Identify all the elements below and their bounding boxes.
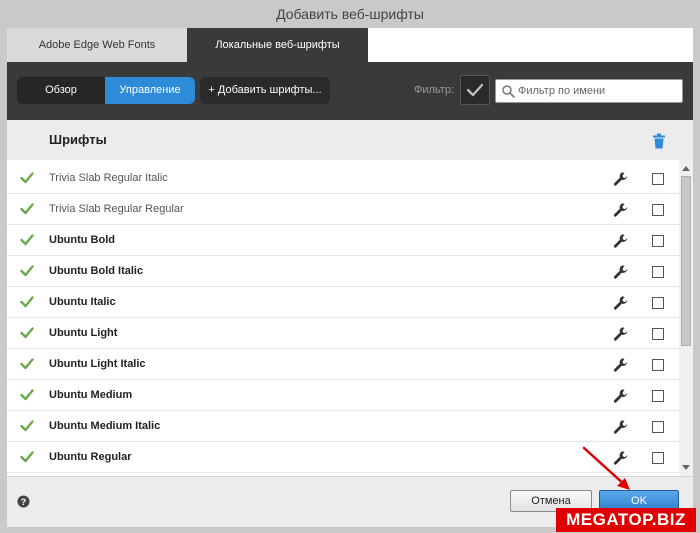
tab-bar: Adobe Edge Web Fonts Локальные веб-шрифт…	[7, 28, 693, 62]
window-title: Добавить веб-шрифты	[0, 0, 700, 28]
font-row[interactable]: Ubuntu Bold Italic	[7, 256, 679, 287]
view-mode-toggle: Обзор Управление	[17, 77, 195, 104]
font-select-checkbox[interactable]	[652, 204, 664, 216]
wrench-icon[interactable]	[613, 264, 629, 280]
search-box	[495, 79, 683, 103]
installed-check-icon	[20, 358, 34, 370]
font-row[interactable]: Ubuntu Light Italic	[7, 349, 679, 380]
svg-text:?: ?	[21, 497, 27, 507]
toolbar: Обзор Управление + Добавить шрифты... Фи…	[7, 62, 693, 120]
installed-check-icon	[20, 172, 34, 184]
overview-button[interactable]: Обзор	[17, 77, 105, 104]
wrench-icon[interactable]	[613, 171, 629, 187]
font-name: Trivia Slab Regular Italic	[49, 172, 168, 184]
font-row[interactable]: Ubuntu Bold	[7, 225, 679, 256]
wrench-icon[interactable]	[613, 419, 629, 435]
tab-adobe-edge-web-fonts[interactable]: Adobe Edge Web Fonts	[7, 28, 187, 62]
font-name: Ubuntu Medium	[49, 389, 133, 401]
tab-local-web-fonts[interactable]: Локальные веб-шрифты	[187, 28, 368, 62]
font-row[interactable]: Ubuntu Medium	[7, 380, 679, 411]
installed-check-icon	[20, 451, 34, 463]
font-name: Ubuntu Bold	[49, 234, 115, 246]
installed-check-icon	[20, 296, 34, 308]
font-select-checkbox[interactable]	[652, 421, 664, 433]
wrench-icon[interactable]	[613, 326, 629, 342]
filter-toggle-button[interactable]	[460, 75, 490, 105]
font-select-checkbox[interactable]	[652, 173, 664, 185]
scroll-down-icon[interactable]	[679, 460, 693, 474]
installed-check-icon	[20, 203, 34, 215]
search-input[interactable]	[518, 80, 680, 102]
font-row[interactable]: Ubuntu Regular	[7, 442, 679, 473]
font-list: Trivia Slab Regular Italic Trivia Slab Re…	[7, 160, 679, 476]
list-header: Шрифты	[7, 120, 693, 160]
font-name: Ubuntu Regular	[49, 451, 132, 463]
font-select-checkbox[interactable]	[652, 390, 664, 402]
trash-icon[interactable]	[652, 133, 666, 149]
scroll-thumb[interactable]	[681, 176, 691, 346]
font-name: Trivia Slab Regular Regular	[49, 203, 184, 215]
font-name: Ubuntu Italic	[49, 296, 116, 308]
font-row[interactable]: Trivia Slab Regular Italic	[7, 163, 679, 194]
watermark-logo: MEGATOP.BIZ	[556, 508, 696, 532]
installed-check-icon	[20, 327, 34, 339]
wrench-icon[interactable]	[613, 450, 629, 466]
font-select-checkbox[interactable]	[652, 235, 664, 247]
font-row[interactable]: Ubuntu Medium Italic	[7, 411, 679, 442]
manage-button[interactable]: Управление	[105, 77, 195, 104]
font-select-checkbox[interactable]	[652, 266, 664, 278]
wrench-icon[interactable]	[613, 202, 629, 218]
font-select-checkbox[interactable]	[652, 328, 664, 340]
scroll-up-icon[interactable]	[679, 162, 693, 176]
dialog-body: Adobe Edge Web Fonts Локальные веб-шрифт…	[7, 28, 693, 527]
installed-check-icon	[20, 420, 34, 432]
font-name: Ubuntu Light Italic	[49, 358, 146, 370]
wrench-icon[interactable]	[613, 295, 629, 311]
wrench-icon[interactable]	[613, 357, 629, 373]
list-title: Шрифты	[49, 132, 107, 147]
font-row[interactable]: Ubuntu Italic	[7, 287, 679, 318]
font-select-checkbox[interactable]	[652, 297, 664, 309]
font-name: Ubuntu Medium Italic	[49, 420, 161, 432]
installed-check-icon	[20, 265, 34, 277]
wrench-icon[interactable]	[613, 388, 629, 404]
font-name: Ubuntu Bold Italic	[49, 265, 144, 277]
font-select-checkbox[interactable]	[652, 452, 664, 464]
wrench-icon[interactable]	[613, 233, 629, 249]
font-select-checkbox[interactable]	[652, 359, 664, 371]
window-frame-left	[0, 28, 7, 533]
installed-check-icon	[20, 234, 34, 246]
font-row[interactable]: Trivia Slab Regular Regular	[7, 194, 679, 225]
filter-label: Фильтр:	[414, 84, 455, 96]
window-frame-right	[693, 28, 700, 533]
font-row[interactable]: Ubuntu Light	[7, 318, 679, 349]
font-name: Ubuntu Light	[49, 327, 118, 339]
list-scrollbar[interactable]	[679, 160, 693, 476]
add-fonts-button[interactable]: + Добавить шрифты...	[200, 77, 330, 104]
checkmark-icon	[467, 83, 483, 97]
search-icon	[502, 85, 515, 98]
help-icon[interactable]: ?	[17, 495, 30, 508]
installed-check-icon	[20, 389, 34, 401]
